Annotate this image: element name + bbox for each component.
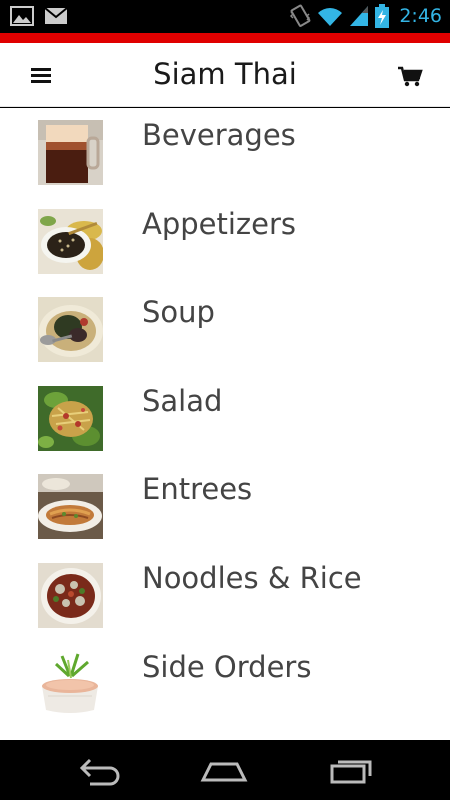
status-time: 2:46	[399, 5, 442, 27]
battery-charging-icon	[375, 4, 390, 28]
noodles-rice-thumbnail	[38, 562, 103, 628]
accent-line	[0, 33, 450, 43]
signal-icon	[350, 6, 369, 26]
soup-thumbnail	[38, 297, 103, 363]
status-bar: 2:46	[0, 0, 450, 33]
side-orders-thumbnail	[38, 651, 103, 717]
category-item-beverages[interactable]: Beverages	[0, 108, 450, 197]
category-item-entrees[interactable]: Entrees	[0, 462, 450, 551]
category-item-soup[interactable]: Soup	[0, 285, 450, 374]
recent-apps-icon[interactable]	[326, 754, 376, 788]
appetizers-thumbnail	[38, 208, 103, 274]
category-label: Salad	[142, 383, 223, 418]
category-label: Appetizers	[142, 206, 297, 241]
gmail-notification-icon	[44, 7, 68, 24]
home-icon[interactable]	[199, 754, 249, 788]
wifi-icon	[318, 8, 343, 26]
category-label: Beverages	[142, 118, 296, 152]
vibrate-icon	[290, 4, 311, 27]
salad-thumbnail	[38, 385, 103, 451]
category-item-noodles-rice[interactable]: Noodles & Rice	[0, 551, 450, 640]
category-list-container: Beverages Appetizers Soup Salad Entrees …	[0, 108, 450, 740]
category-label: Soup	[142, 295, 215, 330]
back-icon[interactable]	[76, 754, 126, 788]
beverages-thumbnail	[38, 120, 103, 185]
image-notification-icon	[10, 6, 34, 26]
category-item-side-orders[interactable]: Side Orders	[0, 640, 450, 729]
app-title: Siam Thai	[153, 57, 297, 91]
category-label: Side Orders	[142, 649, 312, 684]
app-bar: Siam Thai	[0, 43, 450, 107]
category-item-appetizers[interactable]: Appetizers	[0, 197, 450, 286]
entrees-thumbnail	[38, 474, 103, 540]
category-list: Beverages Appetizers Soup Salad Entrees …	[0, 108, 450, 728]
category-label: Noodles & Rice	[142, 560, 362, 595]
system-nav-bar	[0, 740, 450, 800]
category-item-salad[interactable]: Salad	[0, 374, 450, 463]
category-label: Entrees	[142, 472, 253, 507]
shopping-cart-icon[interactable]	[396, 63, 424, 89]
